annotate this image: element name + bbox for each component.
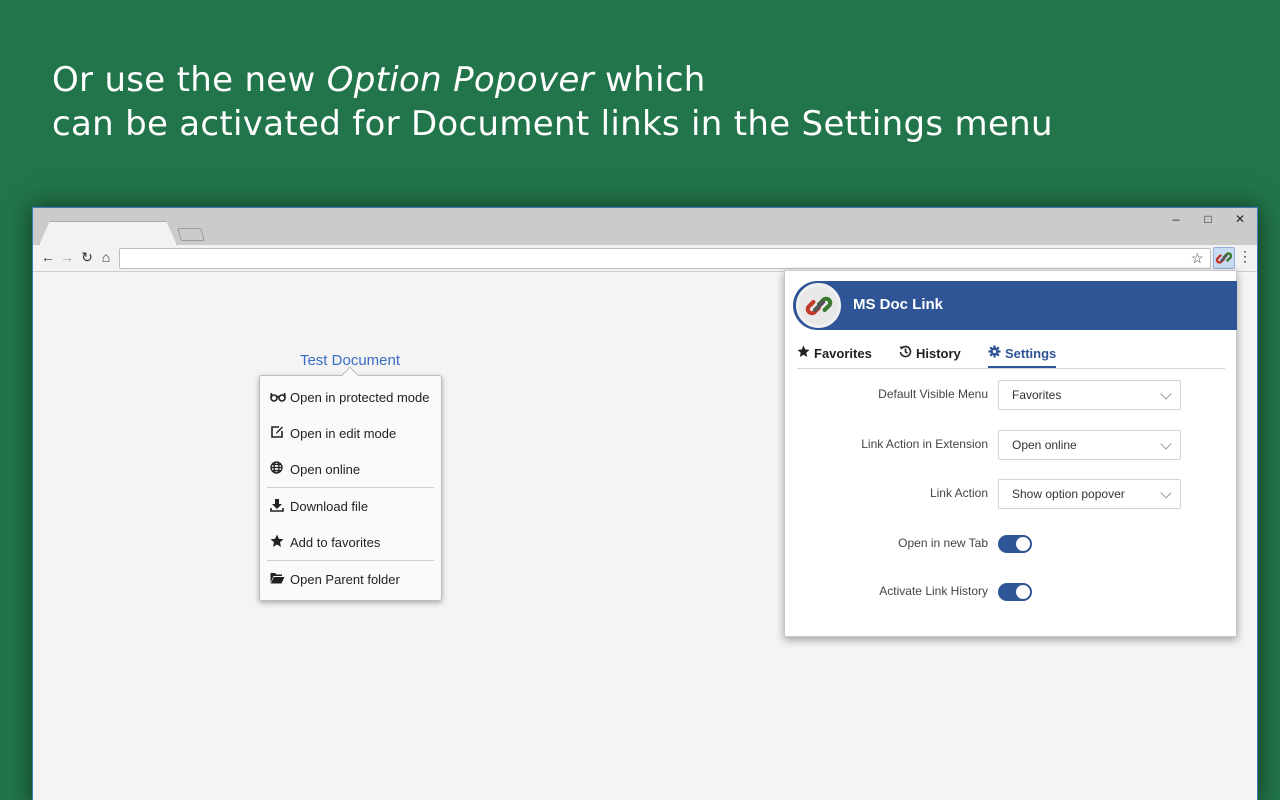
minimize-button[interactable]: – <box>1161 212 1191 226</box>
tab-label: Settings <box>1005 345 1057 361</box>
headline-line-1: Or use the new Option Popover which <box>52 58 1053 102</box>
select-value: Show option popover <box>1012 487 1125 501</box>
popover-item-label: Open in protected mode <box>290 389 430 405</box>
popover-item-label: Download file <box>290 498 369 514</box>
browser-window: – □ ✕ ← → ↻ ⌂ ☆ ⋮ Test Document Open in … <box>32 207 1258 800</box>
reload-button[interactable]: ↻ <box>78 249 96 266</box>
default-visible-menu-select[interactable]: Favorites <box>998 380 1181 410</box>
globe-icon <box>270 461 290 477</box>
back-button[interactable]: ← <box>39 249 57 265</box>
link-action-label: Link Action <box>929 486 988 500</box>
bookmark-star-icon[interactable]: ☆ <box>1191 250 1204 267</box>
download-icon <box>270 498 290 515</box>
ms-doc-link-extension-button[interactable] <box>1213 247 1235 269</box>
activate-link-history-label: Activate Link History <box>879 584 988 598</box>
ms-doc-link-panel: MS Doc Link Favorites History Settings D… <box>784 270 1237 637</box>
popover-item-edit-mode[interactable]: Open in edit mode <box>270 423 396 443</box>
edit-icon <box>270 425 290 442</box>
popover-item-label: Open in edit mode <box>290 425 397 441</box>
chevron-down-icon <box>1160 487 1172 499</box>
gear-icon <box>988 345 1001 361</box>
popover-item-download-file[interactable]: Download file <box>270 496 368 516</box>
forward-button[interactable]: → <box>58 249 76 265</box>
popover-divider <box>267 560 434 561</box>
browser-tab[interactable] <box>39 221 177 245</box>
new-tab-button[interactable] <box>177 228 205 241</box>
close-button[interactable]: ✕ <box>1225 212 1255 226</box>
tab-history[interactable]: History <box>899 345 961 361</box>
panel-tabs: Favorites History Settings <box>797 343 1225 369</box>
glasses-icon <box>270 390 290 405</box>
maximize-button[interactable]: □ <box>1193 212 1223 226</box>
link-action-in-extension-select[interactable]: Open online <box>998 430 1181 460</box>
tab-settings[interactable]: Settings <box>988 345 1057 368</box>
headline-text: Or use the new <box>52 60 327 100</box>
star-icon <box>270 534 290 551</box>
chevron-down-icon <box>1160 438 1172 450</box>
popover-item-label: Open online <box>290 461 361 477</box>
select-value: Open online <box>1012 438 1077 452</box>
chevron-down-icon <box>1160 388 1172 400</box>
browser-toolbar: ← → ↻ ⌂ ☆ ⋮ <box>33 245 1257 272</box>
popover-divider <box>267 487 434 488</box>
select-value: Favorites <box>1012 388 1062 402</box>
popover-item-protected-mode[interactable]: Open in protected mode <box>270 387 429 407</box>
popover-item-label: Add to favorites <box>290 534 381 550</box>
popover-item-open-parent-folder[interactable]: Open Parent folder <box>270 569 400 589</box>
open-in-new-tab-toggle[interactable] <box>998 535 1032 553</box>
tab-strip: – □ ✕ <box>33 208 1257 245</box>
history-icon <box>899 345 912 361</box>
home-button[interactable]: ⌂ <box>97 249 115 265</box>
panel-title: MS Doc Link <box>853 296 944 313</box>
default-visible-menu-label: Default Visible Menu <box>878 387 988 401</box>
chain-link-icon <box>1215 252 1233 264</box>
tab-favorites[interactable]: Favorites <box>797 345 872 361</box>
option-popover: Open in protected mode Open in edit mode… <box>259 375 442 601</box>
star-icon <box>797 345 810 361</box>
headline: Or use the new Option Popover which can … <box>52 58 1053 146</box>
toggle-knob <box>1016 585 1030 599</box>
address-bar[interactable] <box>119 248 1211 269</box>
headline-emphasis: Option Popover <box>326 60 594 100</box>
activate-link-history-toggle[interactable] <box>998 583 1032 601</box>
headline-text: which <box>593 60 706 100</box>
link-action-select[interactable]: Show option popover <box>998 479 1181 509</box>
toggle-knob <box>1016 537 1030 551</box>
popover-item-label: Open Parent folder <box>290 571 400 587</box>
headline-line-2: can be activated for Document links in t… <box>52 104 1053 144</box>
popover-item-open-online[interactable]: Open online <box>270 459 360 479</box>
browser-menu-icon[interactable]: ⋮ <box>1238 248 1252 265</box>
popover-item-add-favorites[interactable]: Add to favorites <box>270 532 380 552</box>
link-action-in-extension-label: Link Action in Extension <box>861 437 988 451</box>
panel-header: MS Doc Link <box>793 281 1237 330</box>
tab-label: History <box>916 345 961 361</box>
open-in-new-tab-label: Open in new Tab <box>898 536 988 550</box>
tab-label: Favorites <box>814 345 872 361</box>
ms-doc-link-logo <box>796 283 841 328</box>
chain-link-icon <box>805 296 832 315</box>
folder-open-icon <box>270 572 290 587</box>
